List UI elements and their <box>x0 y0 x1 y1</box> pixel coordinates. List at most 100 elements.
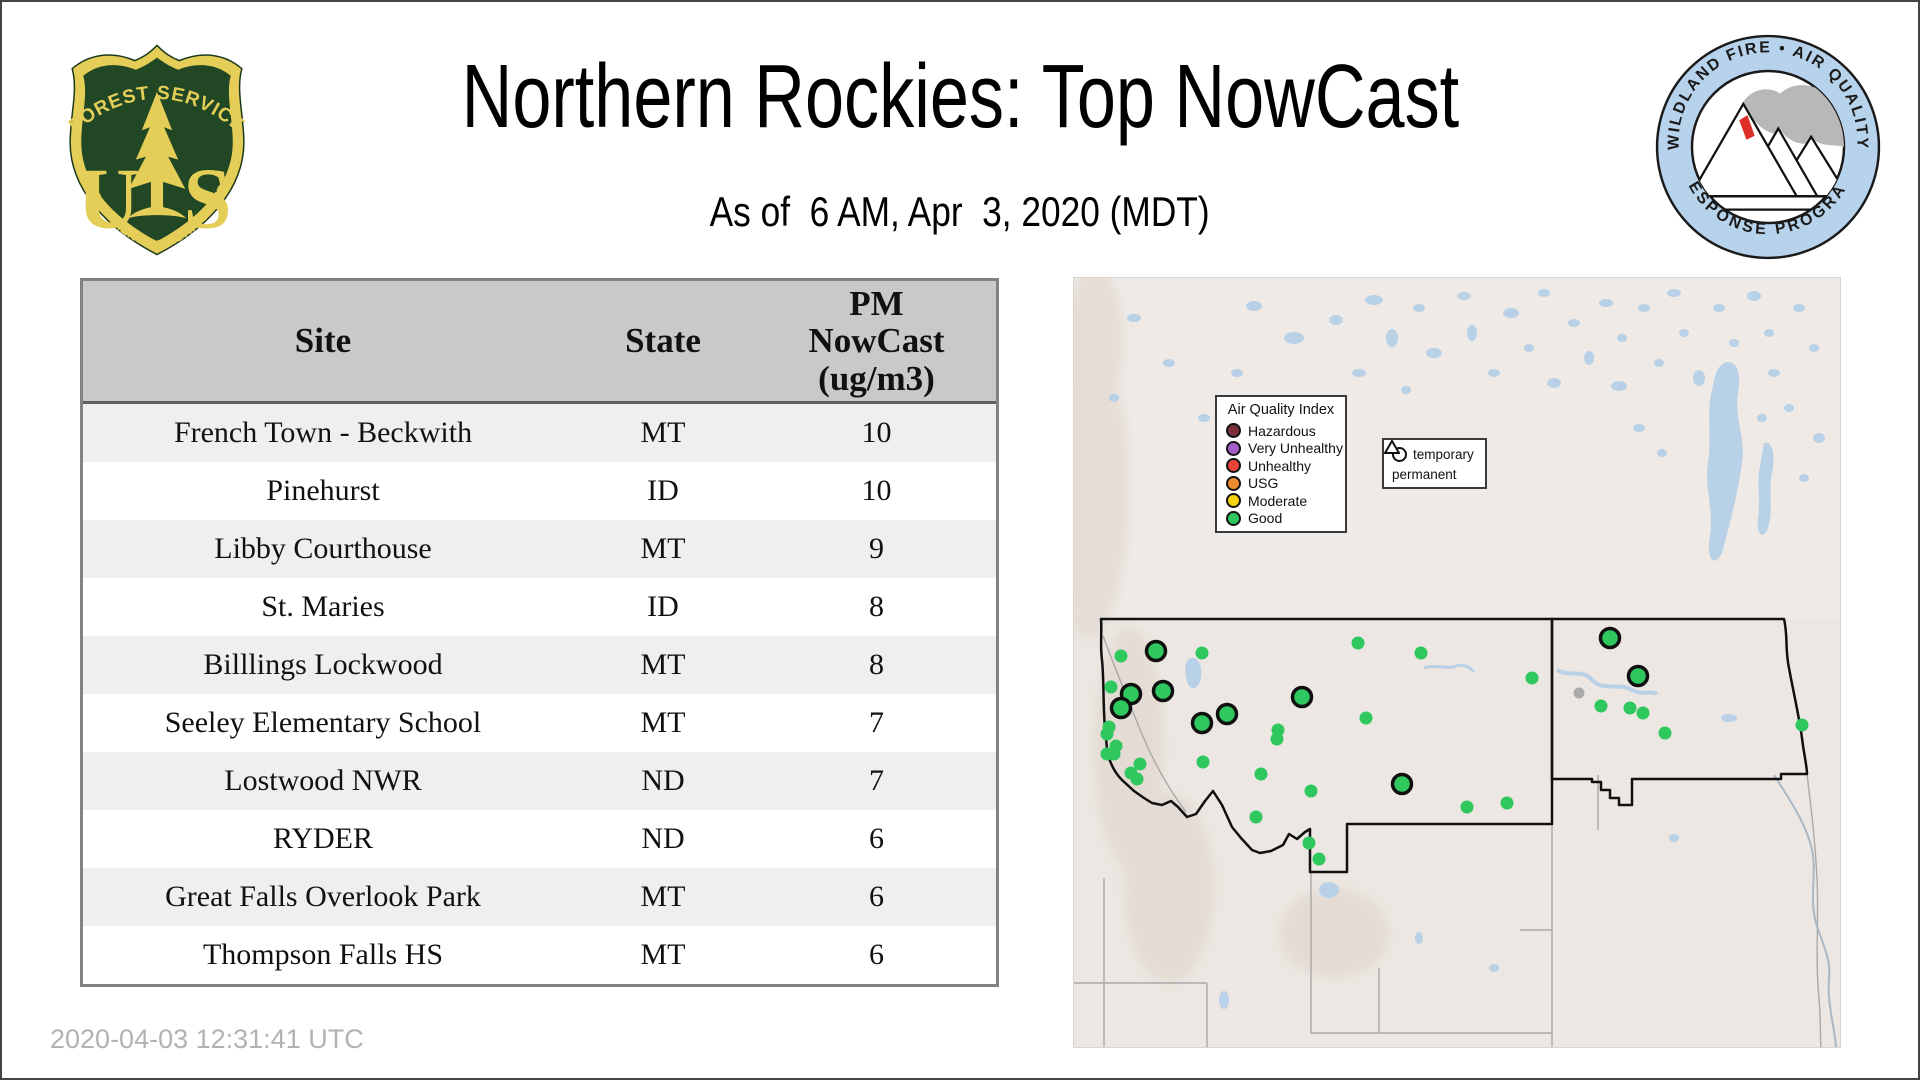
aqi-legend-item: Moderate <box>1226 492 1345 510</box>
map-canvas <box>1074 278 1840 1047</box>
aqi-color-swatch <box>1226 493 1241 509</box>
permanent-monitor-dot <box>1290 685 1314 709</box>
state-cell: MT <box>640 532 686 565</box>
temporary-monitor-dot <box>1594 699 1608 713</box>
state-cell: MT <box>640 648 686 681</box>
value-cell: 9 <box>869 532 884 565</box>
permanent-marker-label: permanent <box>1392 466 1457 482</box>
table-row: Great Falls Overlook Park MT 6 <box>83 868 996 926</box>
permanent-monitor-dot <box>1215 702 1239 726</box>
inactive-monitors <box>1573 687 1585 699</box>
state-cell: ID <box>647 590 679 623</box>
temporary-monitor-dot <box>1302 836 1316 850</box>
state-cell: MT <box>640 416 686 449</box>
permanent-monitor-dot <box>1151 679 1175 703</box>
permanent-monitor-dot <box>1190 711 1214 735</box>
aqi-legend-items: Hazardous Very Unhealthy Unhealthy USG Moder… <box>1217 422 1345 527</box>
temporary-monitor-dot <box>1130 772 1144 786</box>
aqi-item-label: Unhealthy <box>1248 457 1312 474</box>
value-cell: 8 <box>869 590 884 623</box>
site-cell: Pinehurst <box>266 474 380 507</box>
permanent-marker-row: permanent <box>1384 440 1485 484</box>
table-row: Seeley Elementary School MT 7 <box>83 694 996 752</box>
aqi-item-label: Very Unhealthy <box>1248 440 1343 457</box>
site-cell: Great Falls Overlook Park <box>165 880 481 913</box>
state-cell: MT <box>640 706 686 739</box>
state-cell: ND <box>641 764 685 797</box>
aqi-item-label: USG <box>1248 475 1279 492</box>
pm-header-line: PM <box>849 284 904 324</box>
inactive-monitor-dot <box>1573 687 1585 699</box>
marker-type-legend: temporary permanent <box>1382 438 1487 489</box>
temporary-monitor-dot <box>1500 796 1514 810</box>
temporary-monitor-dot <box>1114 649 1128 663</box>
table-row: Billlings Lockwood MT 8 <box>83 636 996 694</box>
pm-header-line: (ug/m3) <box>818 358 935 398</box>
temporary-monitor-dot <box>1460 800 1474 814</box>
aqi-legend: Air Quality Index Hazardous Very Unhealth… <box>1215 395 1347 533</box>
temporary-monitor-dot <box>1104 680 1118 694</box>
value-cell: 10 <box>861 474 892 507</box>
temporary-monitor-dot <box>1196 755 1210 769</box>
permanent-marker-icon <box>1384 440 1400 454</box>
table-row: Libby Courthouse MT 9 <box>83 520 996 578</box>
site-column-header: Site <box>294 321 352 360</box>
site-cell: Seeley Elementary School <box>164 706 482 739</box>
aqi-color-swatch <box>1226 423 1241 439</box>
aqi-legend-item: Very Unhealthy <box>1226 440 1345 458</box>
value-cell: 7 <box>869 764 884 797</box>
aqi-color-swatch <box>1226 510 1241 526</box>
aqi-item-label: Good <box>1248 510 1283 527</box>
table-body: French Town - Beckwith MT 10 Pinehurst ID 10 L… <box>83 404 996 984</box>
temporary-monitor-dot <box>1636 706 1650 720</box>
permanent-monitor-dot <box>1109 696 1133 720</box>
aqi-color-swatch <box>1226 475 1241 491</box>
temporary-monitor-dot <box>1254 767 1268 781</box>
temporary-monitor-dot <box>1623 701 1637 715</box>
state-cell: ID <box>647 474 679 507</box>
temporary-monitor-dot <box>1100 727 1114 741</box>
state-cell: ND <box>641 822 685 855</box>
temporary-monitor-dot <box>1270 732 1284 746</box>
permanent-monitor-dot <box>1626 664 1650 688</box>
aqi-legend-item: Good <box>1226 510 1345 528</box>
permanent-monitor-dot <box>1144 639 1168 663</box>
aqi-legend-title: Air Quality Index <box>1227 402 1335 418</box>
aqi-color-swatch <box>1226 458 1241 474</box>
page-title: Northern Rockies: Top NowCast <box>461 47 1459 147</box>
state-column-header: State <box>625 321 701 360</box>
value-cell: 6 <box>869 880 884 913</box>
temporary-monitor-dot <box>1795 718 1809 732</box>
aqi-legend-item: USG <box>1226 475 1345 493</box>
aqi-legend-item: Hazardous <box>1226 422 1345 440</box>
wfaqrp-logo: WILDLAND FIRE • AIR QUALITY RESPONSE PRO… <box>1647 21 1881 260</box>
table-row: RYDER ND 6 <box>83 810 996 868</box>
wfaqrp-seal: WILDLAND FIRE • AIR QUALITY RESPONSE PRO… <box>1647 21 1881 260</box>
aqi-color-swatch <box>1226 440 1241 456</box>
permanent-monitor-dot <box>1598 626 1622 650</box>
air-quality-map: Air Quality Index Hazardous Very Unhealth… <box>1073 277 1841 1048</box>
report-page: FOREST SERVICE U S DEPARTMENT OF AGRICUL… <box>0 0 1920 1080</box>
permanent-monitor-dot <box>1390 772 1414 796</box>
temporary-monitor-dot <box>1351 636 1365 650</box>
temporary-monitor-dot <box>1525 671 1539 685</box>
page-subtitle: As of 6 AM, Apr 3, 2020 (MDT) <box>710 188 1210 235</box>
aqi-item-label: Moderate <box>1248 492 1308 509</box>
temporary-monitor-dot <box>1195 646 1209 660</box>
site-cell: Lostwood NWR <box>224 764 422 797</box>
table-row: French Town - Beckwith MT 10 <box>83 404 996 462</box>
nowcast-table: Site State PM NowCast (ug/m3) French Tow… <box>80 278 999 987</box>
table-row: Lostwood NWR ND 7 <box>83 752 996 810</box>
pm-header-line: NowCast <box>808 321 945 361</box>
table-row: St. Maries ID 8 <box>83 578 996 636</box>
temporary-monitor-dot <box>1414 646 1428 660</box>
value-cell: 6 <box>869 938 884 971</box>
temporary-monitor-dot <box>1304 784 1318 798</box>
value-cell: 6 <box>869 822 884 855</box>
temporary-marker-label: temporary <box>1413 446 1474 462</box>
table-row: Pinehurst ID 10 <box>83 462 996 520</box>
site-cell: Thompson Falls HS <box>202 938 444 971</box>
table-row: Thompson Falls HS MT 6 <box>83 926 996 984</box>
site-cell: French Town - Beckwith <box>173 416 473 449</box>
site-cell: Billlings Lockwood <box>203 648 443 681</box>
